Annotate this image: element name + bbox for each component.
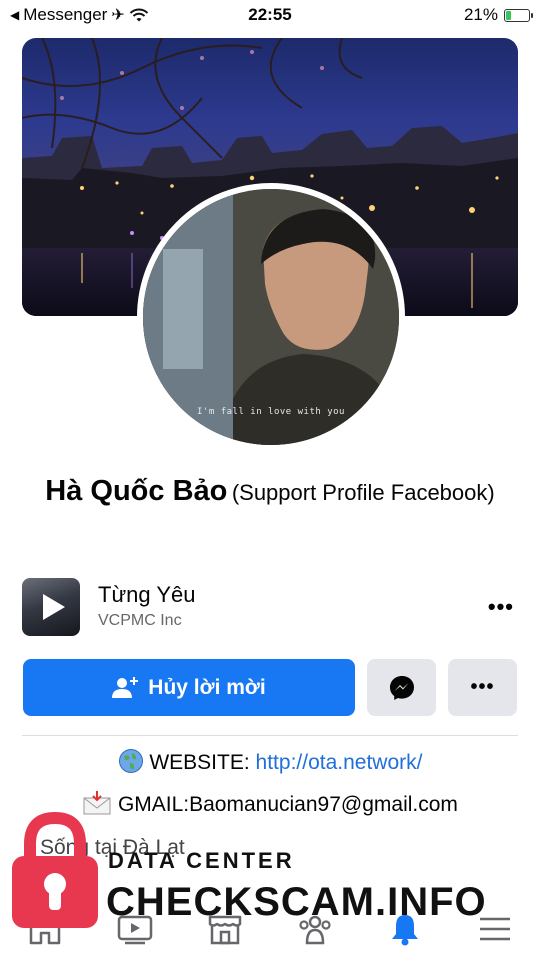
wifi-icon <box>129 8 148 21</box>
profile-avatar[interactable]: I'm fall in love with you <box>137 183 405 451</box>
music-artist: VCPMC Inc <box>98 612 182 629</box>
profile-name-suffix: (Support Profile Facebook) <box>231 480 495 505</box>
more-dots-icon: ••• <box>470 676 495 698</box>
website-link[interactable]: http://ota.network/ <box>256 751 423 774</box>
airplane-icon: ✈ <box>111 7 125 24</box>
music-more-button[interactable]: ••• <box>488 594 514 620</box>
globe-icon <box>118 749 143 773</box>
watermark-lock-icon <box>12 812 98 928</box>
battery-level <box>506 10 511 20</box>
avatar-caption: I'm fall in love with you <box>197 407 345 417</box>
person-add-icon <box>112 676 139 698</box>
status-bar: ◀ Messenger ✈ 22:55 21% <box>0 0 540 30</box>
profile-name-main: Hà Quốc Bảo <box>45 475 228 507</box>
messenger-icon <box>389 675 414 700</box>
watermark-line1: DATA CENTER <box>108 848 295 873</box>
website-label: WEBSITE: <box>149 751 250 774</box>
cancel-request-label: Hủy lời mời <box>148 675 266 699</box>
music-thumbnail[interactable] <box>22 578 80 636</box>
cancel-request-button[interactable]: Hủy lời mời <box>23 659 355 716</box>
battery-icon <box>504 8 533 22</box>
messenger-button[interactable] <box>367 659 436 716</box>
profile-music[interactable]: Từng Yêu VCPMC Inc ••• <box>22 578 518 636</box>
battery-percent: 21% <box>463 5 498 24</box>
music-title: Từng Yêu <box>98 582 196 607</box>
profile-more-button[interactable]: ••• <box>448 659 517 716</box>
back-app-label[interactable]: Messenger <box>23 5 107 25</box>
back-chevron-icon[interactable]: ◀ <box>10 8 19 22</box>
watermark-line2: CHECKSCAM.INFO <box>106 880 487 924</box>
play-icon <box>43 594 65 620</box>
section-divider <box>22 735 518 736</box>
gmail-text: GMAIL:Baomanucian97@gmail.com <box>117 793 458 816</box>
intro-website: WEBSITE: http://ota.network/ <box>0 748 540 775</box>
profile-name: Hà Quốc Bảo (Support Profile Facebook) <box>40 470 500 517</box>
